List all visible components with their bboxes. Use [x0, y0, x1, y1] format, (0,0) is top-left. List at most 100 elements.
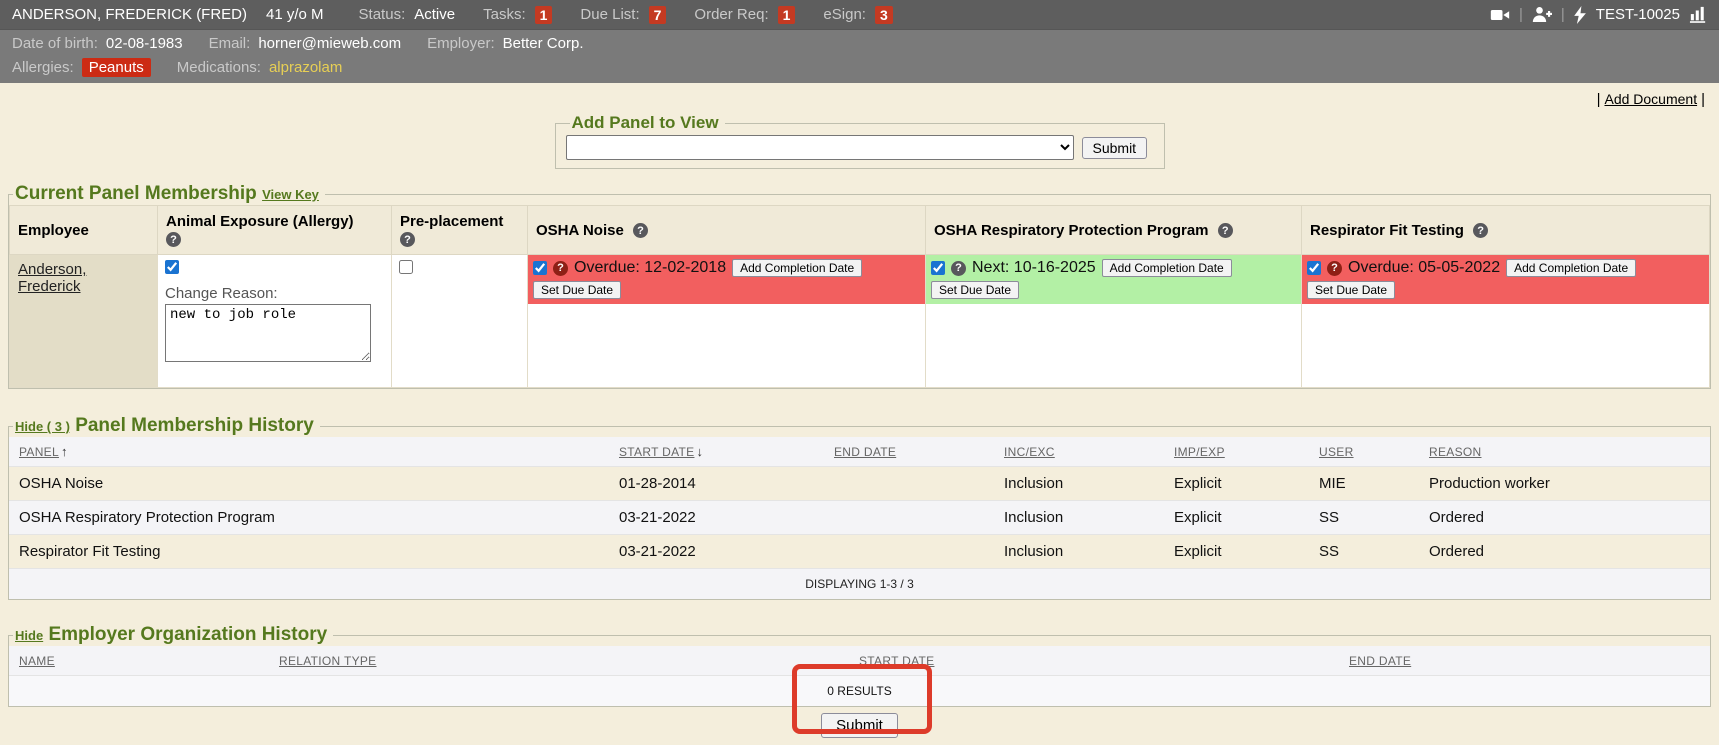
help-icon[interactable]: ?: [400, 232, 415, 247]
sort-imp-exp-link[interactable]: IMP/EXP: [1174, 445, 1225, 459]
pagination-text: DISPLAYING 1-3 / 3: [9, 569, 1710, 600]
dob-label: Date of birth:: [12, 35, 98, 52]
panel-history-title: Panel Membership History: [75, 415, 314, 436]
esign-count-badge[interactable]: 3: [875, 6, 893, 24]
chart-main-content: |Add Document| Add Panel to View Submit …: [0, 83, 1719, 738]
add-completion-date-button[interactable]: Add Completion Date: [1506, 259, 1636, 277]
cell-inc: Inclusion: [994, 467, 1164, 501]
employer-value: Better Corp.: [503, 35, 584, 52]
osha-noise-status-text: Overdue: 12-02-2018: [574, 259, 726, 277]
employer-history-fieldset: Hide Employer Organization History NAME …: [8, 624, 1711, 707]
add-completion-date-button[interactable]: Add Completion Date: [732, 259, 862, 277]
cell-start: 03-21-2022: [609, 501, 824, 535]
sort-user-link[interactable]: USER: [1319, 445, 1354, 459]
panel-history-fieldset: Hide ( 3 ) Panel Membership History PANE…: [8, 415, 1711, 600]
help-icon[interactable]: ?: [1218, 223, 1233, 238]
add-person-icon[interactable]: [1532, 6, 1552, 23]
tasks-label: Tasks:: [483, 6, 526, 23]
allergy-badge[interactable]: Peanuts: [82, 58, 151, 77]
preplacement-checkbox[interactable]: [399, 260, 413, 274]
employer-history-hide-link[interactable]: Hide: [15, 628, 43, 643]
sort-end-date-link[interactable]: END DATE: [1349, 654, 1411, 668]
due-list-count-badge[interactable]: 7: [649, 6, 667, 24]
add-document-link[interactable]: Add Document: [1604, 91, 1697, 107]
table-row: OSHA Respiratory Protection Program 03-2…: [9, 501, 1710, 535]
cell-start: 03-21-2022: [609, 535, 824, 569]
help-icon[interactable]: ?: [951, 261, 966, 276]
change-reason-label: Change Reason:: [165, 285, 384, 302]
current-panel-title: Current Panel Membership: [15, 183, 257, 204]
employee-link[interactable]: Anderson, Frederick: [18, 261, 86, 295]
col-osha-resp-label: OSHA Respiratory Protection Program: [934, 222, 1209, 239]
patient-age-sex: 41 y/o M: [266, 6, 324, 23]
osha-noise-checkbox[interactable]: [533, 261, 547, 275]
order-req-count-badge[interactable]: 1: [778, 6, 796, 24]
sort-start-date-link[interactable]: START DATE: [619, 445, 694, 459]
video-camera-icon[interactable]: [1490, 7, 1510, 23]
empty-results-text: 0 RESULTS: [9, 676, 1710, 707]
employer-history-title: Employer Organization History: [48, 624, 327, 645]
employee-cell: Anderson, Frederick: [10, 255, 158, 388]
set-due-date-button[interactable]: Set Due Date: [1307, 281, 1395, 299]
col-preplacement-label: Pre-placement: [400, 213, 503, 230]
osha-noise-status-banner: ? Overdue: 12-02-2018 Add Completion Dat…: [528, 255, 925, 304]
cell-reason: Production worker: [1419, 467, 1710, 501]
help-icon[interactable]: ?: [553, 261, 568, 276]
sort-relation-type-link[interactable]: RELATION TYPE: [279, 654, 376, 668]
medication-value[interactable]: alprazolam: [269, 59, 342, 76]
help-icon[interactable]: ?: [633, 223, 648, 238]
col-preplacement: Pre-placement ?: [392, 206, 528, 255]
sort-inc-exc-link[interactable]: INC/EXC: [1004, 445, 1055, 459]
cell-end: [824, 501, 994, 535]
tasks-count-badge[interactable]: 1: [535, 6, 553, 24]
resp-fit-cell: ? Overdue: 05-05-2022 Add Completion Dat…: [1302, 255, 1710, 388]
add-panel-submit-button[interactable]: Submit: [1082, 137, 1148, 159]
dob-value: 02-08-1983: [106, 35, 183, 52]
bar-chart-icon[interactable]: [1689, 6, 1707, 23]
help-icon[interactable]: ?: [1327, 261, 1342, 276]
osha-resp-checkbox[interactable]: [931, 261, 945, 275]
due-list-label: Due List:: [580, 6, 639, 23]
current-panel-fieldset: Current Panel Membership View Key Employ…: [8, 183, 1711, 389]
panel-history-legend: Hide ( 3 ) Panel Membership History: [13, 415, 320, 437]
add-completion-date-button[interactable]: Add Completion Date: [1102, 259, 1232, 277]
sort-asc-icon[interactable]: ↑: [61, 444, 68, 459]
help-icon[interactable]: ?: [166, 232, 181, 247]
set-due-date-button[interactable]: Set Due Date: [533, 281, 621, 299]
set-due-date-button[interactable]: Set Due Date: [931, 281, 1019, 299]
animal-exposure-checkbox[interactable]: [165, 260, 179, 274]
add-panel-fieldset: Add Panel to View Submit: [555, 113, 1165, 169]
change-reason-textarea[interactable]: new to job role: [165, 304, 371, 362]
table-row: Respirator Fit Testing 03-21-2022 Inclus…: [9, 535, 1710, 569]
sort-desc-icon[interactable]: ↓: [696, 444, 703, 459]
col-osha-noise-label: OSHA Noise: [536, 222, 624, 239]
cell-user: SS: [1309, 501, 1419, 535]
sort-start-date-link[interactable]: START DATE: [859, 654, 934, 668]
lightning-bolt-icon[interactable]: [1574, 6, 1587, 24]
cell-inc: Inclusion: [994, 501, 1164, 535]
sort-reason-link[interactable]: REASON: [1429, 445, 1481, 459]
cell-reason: Ordered: [1419, 501, 1710, 535]
demographics-bar: Date of birth: 02-08-1983 Email: horner@…: [0, 29, 1719, 83]
view-key-link[interactable]: View Key: [262, 187, 319, 202]
sort-name-link[interactable]: NAME: [19, 654, 55, 668]
esign-label: eSign:: [823, 6, 866, 23]
system-id: TEST-10025: [1596, 6, 1680, 23]
employer-history-submit-row: Submit: [0, 713, 1719, 738]
employer-history-legend: Hide Employer Organization History: [13, 624, 333, 646]
col-animal-exposure-label: Animal Exposure (Allergy): [166, 213, 354, 230]
col-resp-fit: Respirator Fit Testing ?: [1302, 206, 1710, 255]
employer-history-table: NAME RELATION TYPE START DATE END DATE 0…: [9, 646, 1710, 706]
resp-fit-checkbox[interactable]: [1307, 261, 1321, 275]
sort-panel-link[interactable]: PANEL: [19, 445, 59, 459]
status-label: Status:: [359, 6, 406, 23]
sort-end-date-link[interactable]: END DATE: [834, 445, 896, 459]
separator: |: [1597, 91, 1601, 108]
help-icon[interactable]: ?: [1473, 223, 1488, 238]
submit-button[interactable]: Submit: [821, 713, 898, 738]
add-panel-select[interactable]: [566, 135, 1074, 160]
employer-label: Employer:: [427, 35, 495, 52]
col-resp-fit-label: Respirator Fit Testing: [1310, 222, 1464, 239]
panel-history-hide-link[interactable]: Hide ( 3 ): [15, 419, 70, 434]
table-row: OSHA Noise 01-28-2014 Inclusion Explicit…: [9, 467, 1710, 501]
